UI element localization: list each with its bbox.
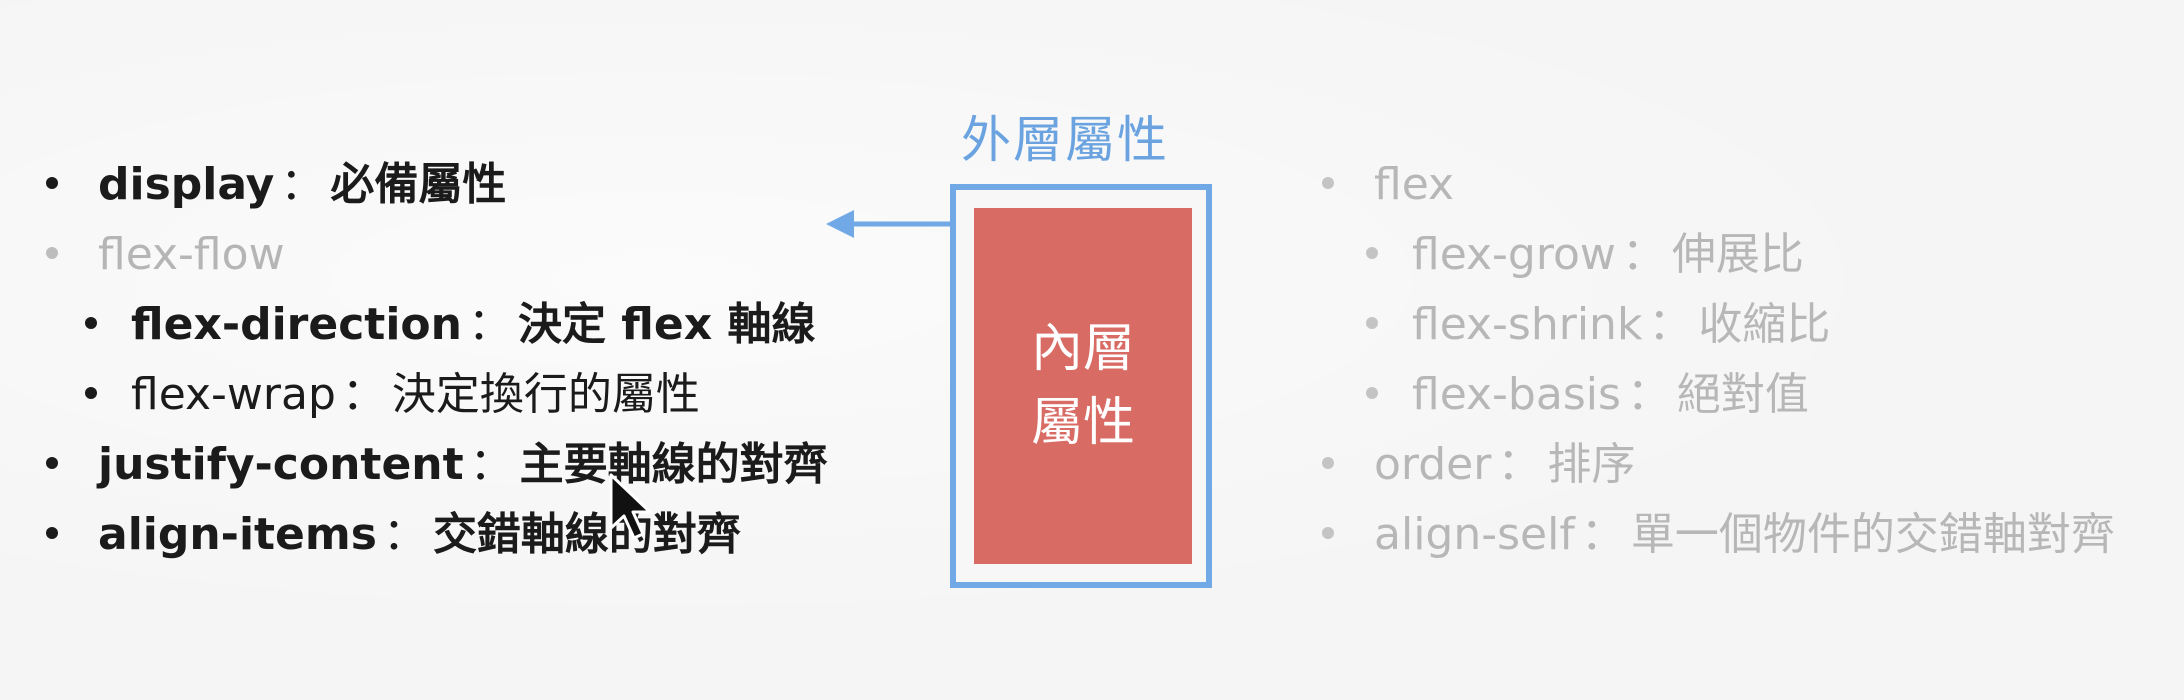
slide-background: display：必備屬性 flex-flow flex-direction：決定… bbox=[0, 0, 2184, 700]
separator: ： bbox=[469, 439, 514, 490]
property-name: display bbox=[98, 159, 275, 210]
property-description: 伸展比 bbox=[1671, 229, 1804, 280]
mouse-cursor-icon bbox=[609, 473, 652, 540]
property-description: 必備屬性 bbox=[330, 159, 507, 210]
separator: ： bbox=[341, 369, 386, 420]
bullet-icon bbox=[85, 317, 97, 329]
property-name: flex-flow bbox=[98, 229, 285, 280]
inner-label-line2: 屬性 bbox=[1030, 393, 1135, 453]
list-item-align-self: align-self：單一個物件的交錯軸對齊 bbox=[1316, 500, 2115, 570]
separator: ： bbox=[1626, 369, 1671, 420]
separator: ： bbox=[467, 299, 512, 350]
separator: ： bbox=[1497, 439, 1542, 490]
separator: ： bbox=[1580, 509, 1625, 560]
bullet-icon bbox=[1322, 527, 1334, 539]
list-item-display: display：必備屬性 bbox=[40, 150, 828, 220]
inner-label-line1: 內層 bbox=[1030, 319, 1135, 379]
property-description: 排序 bbox=[1547, 439, 1636, 490]
bullet-icon bbox=[46, 457, 58, 469]
bullet-icon bbox=[1366, 387, 1378, 399]
bullet-icon bbox=[1322, 177, 1334, 189]
property-name: flex-direction bbox=[131, 299, 462, 350]
separator: ： bbox=[280, 159, 325, 210]
bullet-icon bbox=[46, 527, 58, 539]
outer-properties-label: 外層屬性 bbox=[961, 111, 1169, 169]
list-item-flex-basis: flex-basis：絕對值 bbox=[1316, 360, 2115, 430]
separator: ： bbox=[1648, 299, 1693, 350]
property-name: flex bbox=[1374, 159, 1455, 210]
outer-properties-list: display：必備屬性 flex-flow flex-direction：決定… bbox=[40, 150, 828, 570]
property-name: justify-content bbox=[98, 439, 464, 490]
list-item-flex-shrink: flex-shrink：收縮比 bbox=[1316, 290, 2115, 360]
bullet-icon bbox=[1322, 457, 1334, 469]
property-description: 決定 flex 軸線 bbox=[517, 299, 816, 350]
property-name: align-self bbox=[1374, 509, 1575, 560]
property-name: align-items bbox=[98, 509, 377, 560]
property-name: flex-grow bbox=[1412, 229, 1616, 280]
property-name: flex-shrink bbox=[1412, 299, 1643, 350]
bullet-icon bbox=[1366, 247, 1378, 259]
inner-item-box: 內層 屬性 bbox=[974, 208, 1192, 564]
property-description: 絕對值 bbox=[1676, 369, 1809, 420]
separator: ： bbox=[382, 509, 427, 560]
bullet-icon bbox=[46, 177, 58, 189]
property-description: 主要軸線的對齊 bbox=[519, 439, 828, 490]
property-description: 交錯軸線的對齊 bbox=[432, 509, 741, 560]
list-item-align-items: align-items：交錯軸線的對齊 bbox=[40, 500, 828, 570]
property-name: flex-basis bbox=[1412, 369, 1621, 420]
property-description: 單一個物件的交錯軸對齊 bbox=[1630, 509, 2115, 560]
list-item-flex-direction: flex-direction：決定 flex 軸線 bbox=[40, 290, 828, 360]
list-item-order: order：排序 bbox=[1316, 430, 2115, 500]
separator: ： bbox=[1621, 229, 1666, 280]
list-item-flex-flow: flex-flow bbox=[40, 220, 828, 290]
property-description: 收縮比 bbox=[1698, 299, 1831, 350]
property-name: order bbox=[1374, 439, 1492, 490]
inner-properties-list: flex flex-grow：伸展比 flex-shrink：收縮比 flex-… bbox=[1316, 150, 2115, 570]
property-name: flex-wrap bbox=[131, 369, 336, 420]
list-item-flex-wrap: flex-wrap：決定換行的屬性 bbox=[40, 360, 828, 430]
list-item-flex: flex bbox=[1316, 150, 2115, 220]
bullet-icon bbox=[85, 387, 97, 399]
bullet-icon bbox=[46, 247, 58, 259]
property-description: 決定換行的屬性 bbox=[391, 369, 700, 420]
left-arrow-icon bbox=[826, 210, 950, 238]
list-item-justify-content: justify-content：主要軸線的對齊 bbox=[40, 430, 828, 500]
list-item-flex-grow: flex-grow：伸展比 bbox=[1316, 220, 2115, 290]
bullet-icon bbox=[1366, 317, 1378, 329]
